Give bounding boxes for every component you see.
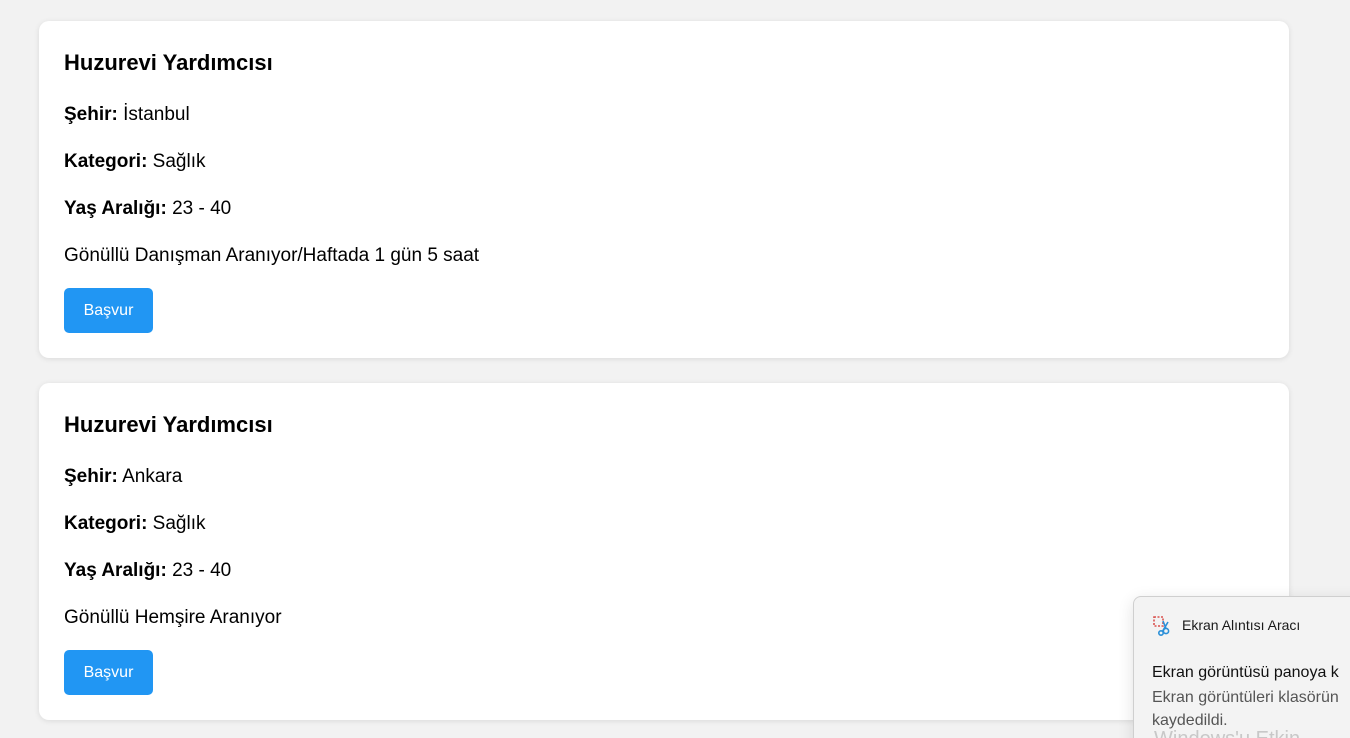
- listing-description: Gönüllü Danışman Aranıyor/Haftada 1 gün …: [64, 245, 480, 266]
- category-value: Sağlık: [147, 513, 206, 534]
- toast-app-name: Ekran Alıntısı Aracı: [1182, 617, 1301, 633]
- age-value: 23 - 40: [166, 560, 232, 581]
- apply-button[interactable]: Başvur: [64, 288, 153, 333]
- listing-city: Şehir: İstanbul: [64, 103, 190, 127]
- apply-button[interactable]: Başvur: [64, 650, 153, 695]
- age-label: Yaş Aralığı:: [64, 560, 167, 581]
- page: Huzurevi Yardımcısı Şehir: İstanbul Kate…: [0, 0, 1350, 738]
- category-label: Kategori:: [64, 513, 148, 534]
- listing-card: Huzurevi Yardımcısı Şehir: Ankara Katego…: [39, 383, 1289, 720]
- listing-city: Şehir: Ankara: [64, 465, 182, 489]
- toast-body: Ekran görüntüleri klasörün kaydedildi.: [1152, 686, 1350, 732]
- listing-age-range: Yaş Aralığı: 23 - 40: [64, 197, 231, 221]
- listing-title: Huzurevi Yardımcısı: [64, 412, 273, 437]
- snipping-tool-icon: [1153, 616, 1173, 637]
- city-label: Şehir:: [64, 104, 118, 125]
- listing-category: Kategori: Sağlık: [64, 150, 206, 174]
- toast-title: Ekran görüntüsü panoya k: [1152, 664, 1339, 681]
- toast-body-line: Ekran görüntüleri klasörün: [1152, 689, 1339, 706]
- city-value: İstanbul: [117, 104, 190, 125]
- listing-description: Gönüllü Hemşire Aranıyor: [64, 607, 282, 628]
- notification-toast[interactable]: Ekran Alıntısı Aracı Ekran görüntüsü pan…: [1133, 596, 1350, 738]
- city-value: Ankara: [117, 466, 183, 487]
- age-value: 23 - 40: [166, 198, 232, 219]
- city-label: Şehir:: [64, 466, 118, 487]
- age-label: Yaş Aralığı:: [64, 198, 167, 219]
- listing-age-range: Yaş Aralığı: 23 - 40: [64, 559, 231, 583]
- listing-title: Huzurevi Yardımcısı: [64, 50, 273, 75]
- category-value: Sağlık: [147, 151, 206, 172]
- category-label: Kategori:: [64, 151, 148, 172]
- listing-category: Kategori: Sağlık: [64, 512, 206, 536]
- listing-card: Huzurevi Yardımcısı Şehir: İstanbul Kate…: [39, 21, 1289, 358]
- activation-watermark: Windows'u Etkin: [1154, 728, 1300, 738]
